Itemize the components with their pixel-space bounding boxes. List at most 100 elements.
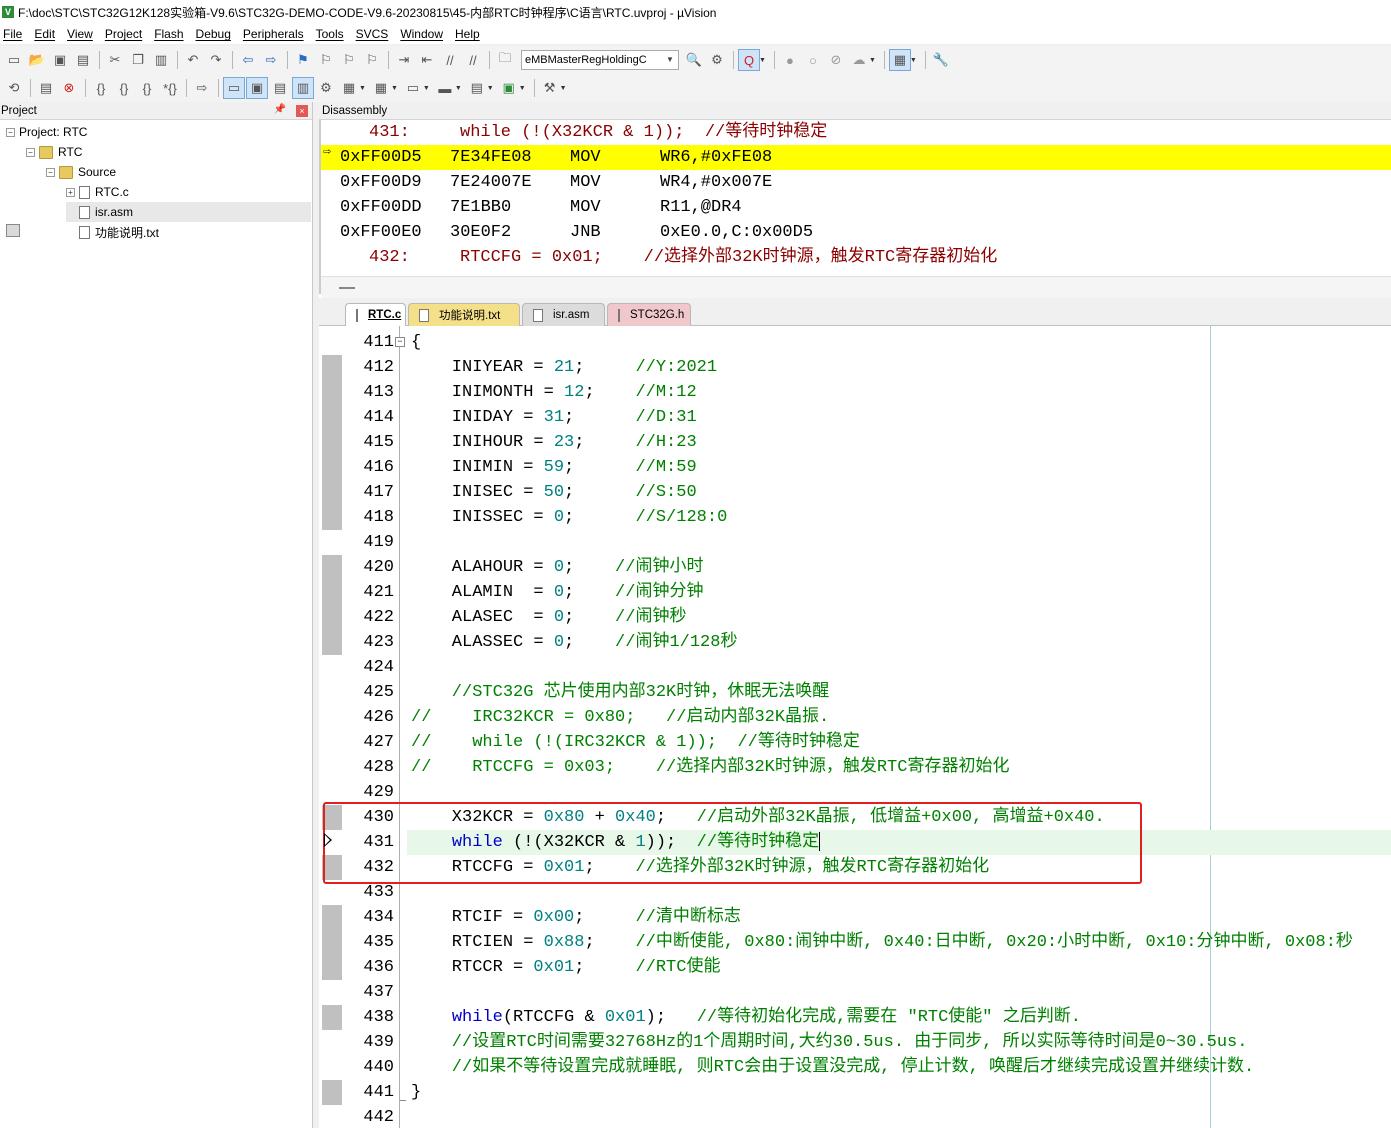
chevron-down-icon[interactable]: ▼ (391, 85, 398, 92)
chevron-down-icon[interactable]: ▼ (519, 85, 526, 92)
chevron-down-icon[interactable]: ▼ (560, 85, 567, 92)
call-stack-icon[interactable]: ⚙ (315, 77, 337, 99)
system-viewer-icon[interactable]: ▣ (498, 77, 520, 99)
code-line: INIDAY = 31; //D:31 (411, 405, 697, 430)
copy-icon[interactable]: ❐ (127, 49, 149, 71)
memory-window-icon[interactable]: ▦ (370, 77, 392, 99)
unindent-icon[interactable]: ⇤ (416, 49, 438, 71)
chevron-down-icon[interactable]: ▼ (759, 57, 766, 64)
analysis-window-icon[interactable]: ▬ (434, 77, 456, 99)
collapse-icon[interactable]: − (46, 167, 55, 177)
collapse-icon[interactable]: − (26, 147, 35, 157)
menu-peripherals[interactable]: Peripherals (237, 27, 310, 41)
toolbox-icon[interactable]: ⚒ (539, 77, 561, 99)
configure-icon[interactable]: 🔧 (930, 49, 952, 71)
tab-isr-asm[interactable]: isr.asm (522, 303, 605, 326)
indent-icon[interactable]: ⇥ (393, 49, 415, 71)
window-layout-icon[interactable]: ▦ (888, 49, 911, 71)
code-editor[interactable]: −411 {412 INIYEAR = 21; //Y:2021 413 INIMO… (319, 326, 1391, 1128)
disasm-source-line: 432: RTCCFG = 0x01; //选择外部32K时钟源，触发RTC寄存器… (321, 245, 1391, 270)
save-all-icon[interactable]: ▤ (72, 49, 94, 71)
menu-flash[interactable]: Flash (148, 27, 189, 41)
scrollbar-thumb[interactable] (339, 287, 355, 289)
redo-icon[interactable]: ↷ (205, 49, 227, 71)
disassembly-listing[interactable]: 431: while (!(X32KCR & 1)); //等待时钟稳定 0xFF0… (319, 120, 1391, 294)
chevron-down-icon[interactable]: ▼ (487, 85, 494, 92)
show-next-statement-icon[interactable]: ⇨ (191, 77, 213, 99)
code-line: ALASSEC = 0; //闹钟1/128秒 (411, 630, 738, 655)
menu-svcs[interactable]: SVCS (350, 27, 395, 41)
chevron-down-icon[interactable]: ▼ (664, 53, 676, 67)
chevron-down-icon[interactable]: ▼ (455, 85, 462, 92)
menu-debug[interactable]: Debug (190, 27, 237, 41)
prev-bookmark-icon[interactable]: ⚐ (315, 49, 337, 71)
undo-icon[interactable]: ↶ (182, 49, 204, 71)
pin-icon[interactable]: 📌 (274, 104, 286, 115)
collapse-icon[interactable]: − (6, 127, 15, 137)
stop-icon[interactable]: ⊗ (58, 77, 80, 99)
insert-breakpoint-icon[interactable]: ● (779, 49, 801, 71)
next-bookmark-icon[interactable]: ⚐ (338, 49, 360, 71)
cut-icon[interactable]: ✂ (104, 49, 126, 71)
tab-stc32g-h[interactable]: STC32G.h (607, 303, 691, 326)
reset-cpu-icon[interactable]: ⟲ (3, 77, 25, 99)
code-token: ; (564, 608, 616, 627)
command-window-icon[interactable]: ▭ (223, 77, 245, 99)
chevron-down-icon[interactable]: ▼ (869, 57, 876, 64)
paste-icon[interactable]: ▥ (150, 49, 172, 71)
navigate-back-icon[interactable]: ⇦ (237, 49, 259, 71)
tree-item[interactable]: − RTC (26, 142, 82, 162)
project-pane-header: Project 📌 × (0, 102, 312, 120)
open-file-icon[interactable]: 📂 (26, 49, 48, 71)
run-to-cursor-icon[interactable]: *{} (159, 77, 181, 99)
menu-tools[interactable]: Tools (310, 27, 350, 41)
menu-help[interactable]: Help (449, 27, 486, 41)
disable-breakpoints-icon[interactable]: ⊘ (825, 49, 847, 71)
expand-icon[interactable]: + (66, 187, 75, 197)
tree-item[interactable]: isr.asm (66, 202, 311, 222)
registers-window-icon[interactable]: ▥ (292, 77, 314, 99)
serial-window-icon[interactable]: ▭ (402, 77, 424, 99)
step-into-icon[interactable]: {} (90, 77, 112, 99)
new-file-icon[interactable]: ▭ (3, 49, 25, 71)
fold-collapse-icon[interactable]: − (395, 337, 405, 347)
menu-project[interactable]: Project (99, 27, 148, 41)
menu-view[interactable]: View (61, 27, 99, 41)
chevron-down-icon[interactable]: ▼ (910, 57, 917, 64)
find-icon[interactable]: 🔍 (683, 49, 705, 71)
find-combo[interactable]: eMBMasterRegHoldingC ▼ (521, 50, 679, 70)
navigate-forward-icon[interactable]: ⇨ (260, 49, 282, 71)
disasm-address: 0xFF00D5 (340, 148, 422, 167)
tree-item[interactable]: − Source (46, 162, 116, 182)
bookmark-icon[interactable]: ⚑ (292, 49, 314, 71)
menu-edit[interactable]: Edit (28, 27, 61, 41)
step-over-icon[interactable]: {} (113, 77, 135, 99)
debug-session-icon[interactable]: Q (738, 49, 760, 71)
tree-item[interactable]: − Project: RTC (6, 122, 87, 237)
tree-item[interactable]: 功能说明.txt (66, 222, 159, 242)
save-icon[interactable]: ▣ (49, 49, 71, 71)
disassembly-window-icon[interactable]: ▣ (246, 77, 268, 99)
tab-rtc-c[interactable]: RTC.c (345, 303, 406, 326)
chevron-down-icon[interactable]: ▼ (423, 85, 430, 92)
step-out-icon[interactable]: {} (136, 77, 158, 99)
run-icon[interactable]: ▤ (35, 77, 57, 99)
comment-icon[interactable]: // (439, 49, 461, 71)
symbols-window-icon[interactable]: ▤ (269, 77, 291, 99)
line-number: 418 (363, 508, 394, 527)
menu-window[interactable]: Window (394, 27, 449, 41)
incremental-find-icon[interactable]: ⚙ (706, 49, 728, 71)
tree-item[interactable]: + RTC.c (66, 182, 129, 202)
kill-breakpoints-icon[interactable]: ☁ (848, 49, 870, 71)
watch-window-icon[interactable]: ▦ (338, 77, 360, 99)
horizontal-scrollbar[interactable] (321, 276, 1391, 298)
enable-breakpoint-icon[interactable]: ○ (802, 49, 824, 71)
trace-window-icon[interactable]: ▤ (466, 77, 488, 99)
chevron-down-icon[interactable]: ▼ (359, 85, 366, 92)
menu-file[interactable]: File (0, 27, 28, 41)
close-icon[interactable]: × (296, 105, 308, 117)
tab--txt[interactable]: 功能说明.txt (408, 303, 520, 326)
uncomment-icon[interactable]: // (462, 49, 484, 71)
find-in-files-icon[interactable]: 🗀 (494, 49, 516, 71)
clear-bookmarks-icon[interactable]: ⚐ (361, 49, 383, 71)
